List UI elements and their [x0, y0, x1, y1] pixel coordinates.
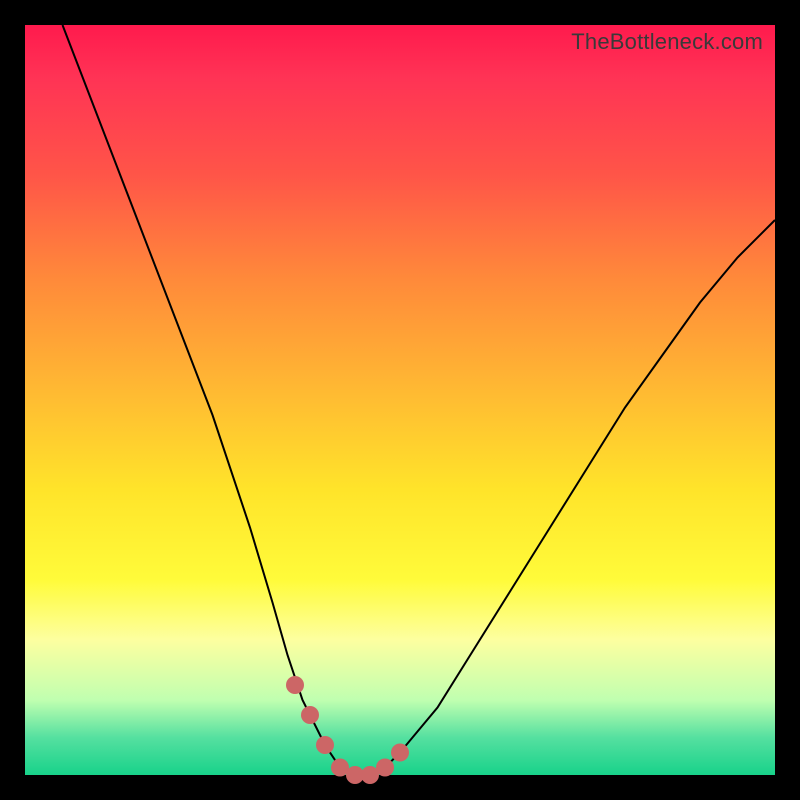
curve-marker [286, 676, 304, 694]
chart-frame: TheBottleneck.com [25, 25, 775, 775]
bottleneck-plot [25, 25, 775, 775]
bottleneck-curve [63, 25, 776, 775]
curve-marker [391, 744, 409, 762]
marker-group [286, 676, 409, 784]
curve-marker [316, 736, 334, 754]
curve-marker [376, 759, 394, 777]
curve-marker [301, 706, 319, 724]
